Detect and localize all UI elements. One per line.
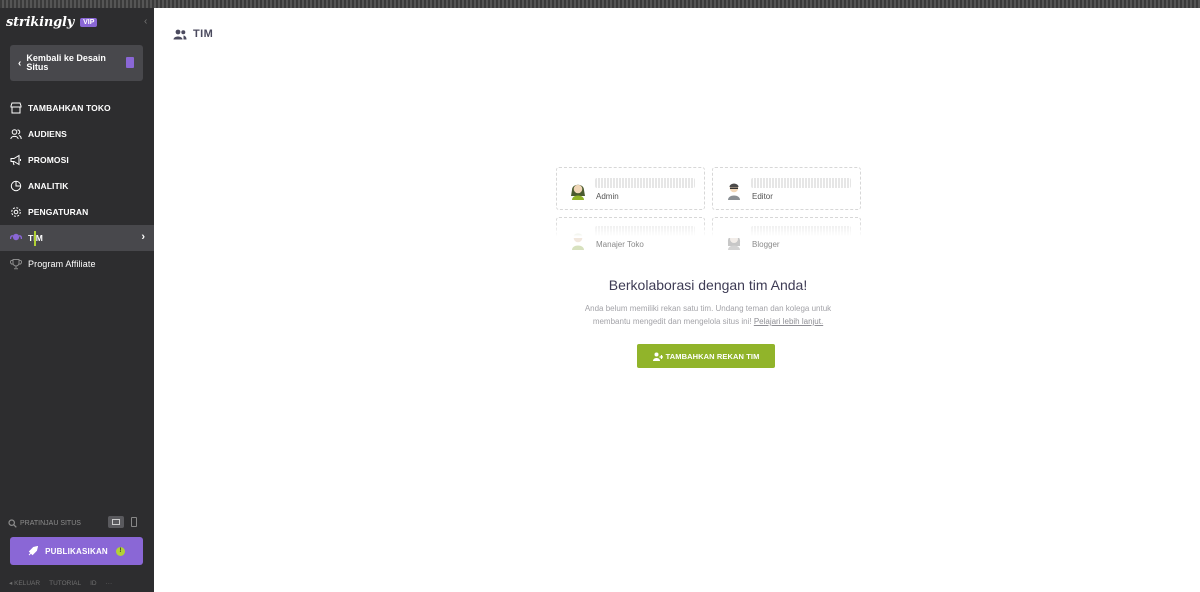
language-switch[interactable]: ID	[90, 580, 97, 587]
preview-row: PRATINJAU SITUS	[8, 516, 148, 530]
description-line-1: Anda belum memiliki rekan satu tim. Unda…	[584, 304, 832, 313]
sidebar-item-label: ANALITIK	[28, 181, 69, 191]
role-label: Manajer Toko	[596, 240, 644, 249]
sidebar-item-settings[interactable]: PENGATURAN	[0, 199, 154, 225]
role-label: Blogger	[752, 240, 780, 249]
logout-link[interactable]: ◂ KELUAR	[9, 579, 40, 587]
publish-label: PUBLIKASIKAN	[45, 546, 108, 556]
cards-fade-overlay	[552, 222, 868, 238]
page-header: TIM	[173, 28, 213, 40]
megaphone-icon	[10, 154, 22, 166]
tutorial-link[interactable]: TUTORIAL	[49, 580, 81, 587]
logo-row: strikingly VIP	[6, 15, 98, 30]
admin-avatar-icon	[571, 184, 585, 200]
sidebar-item-label: AUDIENS	[28, 129, 67, 139]
team-header-icon	[173, 29, 187, 39]
active-indicator	[34, 231, 36, 246]
add-teammate-button[interactable]: TAMBAHKAN REKAN TIM	[637, 344, 775, 368]
gear-icon	[10, 206, 22, 218]
logout-label: KELUAR	[14, 580, 41, 587]
sidebar-item-audience[interactable]: AUDIENS	[0, 121, 154, 147]
add-teammate-label: TAMBAHKAN REKAN TIM	[665, 351, 760, 361]
mobile-preview-icon[interactable]	[131, 517, 137, 527]
chevron-left-icon: ‹	[18, 57, 22, 69]
sidebar-item-team[interactable]: TIM ›	[0, 225, 154, 251]
preview-site-link[interactable]: PRATINJAU SITUS	[20, 520, 81, 527]
sidebar-item-label: PENGATURAN	[28, 207, 89, 217]
search-icon	[8, 518, 17, 528]
placeholder-name-bar	[595, 178, 695, 188]
sidebar-item-analytics[interactable]: ANALITIK	[0, 173, 154, 199]
empty-state-headline: Berkolaborasi dengan tim Anda!	[608, 277, 808, 293]
sidebar-item-affiliate[interactable]: Program Affiliate	[0, 251, 154, 277]
users-icon	[10, 128, 22, 140]
sidebar-item-label: PROMOSI	[28, 155, 69, 165]
team-icon	[10, 232, 22, 244]
sidebar-footer: ◂ KELUAR TUTORIAL ID ···	[9, 579, 149, 588]
learn-more-link[interactable]: Pelajari lebih lanjut.	[754, 317, 823, 326]
role-card-admin: Admin	[556, 167, 705, 210]
add-user-icon	[652, 352, 663, 361]
sidebar-item-store[interactable]: TAMBAHKAN TOKO	[0, 95, 154, 121]
warning-badge: !	[115, 546, 125, 556]
document-icon	[126, 57, 134, 68]
role-label: Editor	[752, 192, 773, 201]
rocket-icon	[28, 546, 39, 556]
more-menu-icon[interactable]: ···	[106, 580, 113, 587]
chevron-right-icon: ›	[141, 231, 145, 243]
role-label: Admin	[596, 192, 619, 201]
sidebar-item-label: Program Affiliate	[28, 259, 96, 269]
pie-chart-icon	[10, 180, 22, 192]
strikingly-logo[interactable]: strikingly	[6, 15, 74, 30]
back-to-design-button[interactable]: ‹ Kembali ke Desain Situs	[10, 45, 143, 81]
browser-top-strip	[0, 0, 1200, 8]
role-card-editor: Editor	[712, 167, 861, 210]
placeholder-name-bar	[751, 178, 851, 188]
store-icon	[10, 102, 22, 114]
editor-avatar-icon	[728, 183, 740, 200]
desktop-preview-icon[interactable]	[108, 516, 124, 528]
description-line-2: membantu mengedit dan mengelola situs in…	[592, 317, 752, 326]
trophy-icon	[10, 258, 22, 270]
empty-state-description: Anda belum memiliki rekan satu tim. Unda…	[550, 302, 866, 328]
collapse-sidebar-icon[interactable]: ‹	[144, 16, 147, 27]
back-to-design-label: Kembali ke Desain Situs	[26, 53, 106, 72]
sidebar-item-promotion[interactable]: PROMOSI	[0, 147, 154, 173]
vip-badge: VIP	[80, 18, 98, 27]
sidebar-nav: TAMBAHKAN TOKO AUDIENS PROMOSI ANALITIK …	[0, 95, 154, 277]
publish-button[interactable]: PUBLIKASIKAN !	[10, 537, 143, 565]
sidebar-item-label: TAMBAHKAN TOKO	[28, 103, 111, 113]
sidebar: strikingly VIP ‹ ‹ Kembali ke Desain Sit…	[0, 8, 154, 592]
page-title: TIM	[193, 28, 214, 40]
